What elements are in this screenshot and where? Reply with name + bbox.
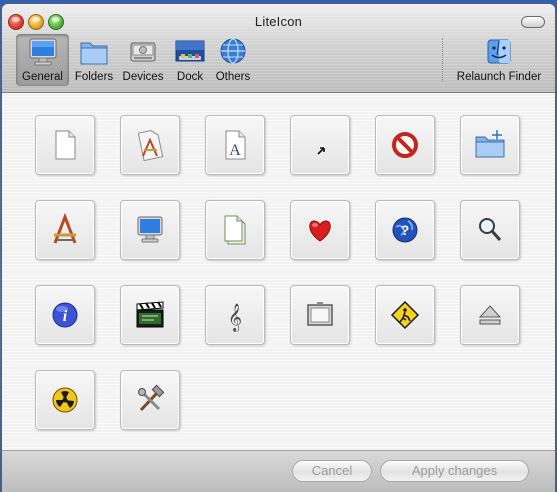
- tab-others-label: Others: [215, 71, 251, 83]
- application-icon: [53, 213, 77, 244]
- relaunch-finder-button[interactable]: Relaunch Finder: [451, 34, 547, 86]
- icon-tile-tools[interactable]: [120, 370, 180, 430]
- icon-tile-music-note[interactable]: 𝄞: [205, 285, 265, 345]
- generic-document-icon: [55, 130, 76, 160]
- svg-text:𝄞: 𝄞: [228, 303, 242, 332]
- icon-grid: A ? i 𝄞: [2, 93, 555, 451]
- finder-icon: [487, 39, 511, 64]
- title-bar: LiteIcon General Folders Devices Dock Ot…: [2, 4, 555, 93]
- icon-tile-eject[interactable]: [460, 285, 520, 345]
- svg-text:?: ?: [401, 222, 410, 238]
- caution-sign-icon: [390, 300, 420, 330]
- svg-text:i: i: [63, 308, 68, 325]
- magnifier-icon: [479, 218, 502, 241]
- tools-icon: [138, 384, 165, 412]
- music-note-icon: 𝄞: [228, 303, 242, 332]
- icon-tile-desktop-picture[interactable]: [290, 285, 350, 345]
- toolbar-separator: [442, 38, 443, 82]
- icon-tile-alias-arrow[interactable]: [290, 115, 350, 175]
- stationery-icon: [224, 215, 246, 245]
- tab-folders[interactable]: Folders: [71, 34, 117, 86]
- tab-general-label: General: [22, 71, 63, 83]
- folder-icon: [80, 42, 108, 65]
- icon-tile-stationery[interactable]: [205, 200, 265, 260]
- clapperboard-icon: [136, 301, 164, 328]
- info-icon: i: [52, 302, 78, 328]
- apply-changes-button[interactable]: Apply changes: [380, 460, 529, 482]
- tab-folders-label: Folders: [74, 71, 114, 83]
- icon-tile-generic-document[interactable]: [35, 115, 95, 175]
- icon-tile-caution-sign[interactable]: [375, 285, 435, 345]
- icon-tile-magnifier[interactable]: [460, 200, 520, 260]
- relaunch-finder-label: Relaunch Finder: [456, 71, 542, 83]
- new-folder-icon: [475, 130, 505, 158]
- svg-text:A: A: [229, 142, 241, 159]
- icon-tile-application[interactable]: [35, 200, 95, 260]
- monitor-icon: [29, 38, 56, 66]
- dock-icon: [175, 40, 205, 62]
- hard-drive-icon: [130, 42, 156, 62]
- burn-icon: [52, 387, 78, 413]
- tab-devices-label: Devices: [122, 71, 164, 83]
- window-title: LiteIcon: [254, 14, 303, 29]
- font-document-icon: A: [225, 130, 246, 160]
- tab-dock[interactable]: Dock: [170, 34, 210, 86]
- tab-others[interactable]: Others: [212, 34, 254, 86]
- cancel-button[interactable]: Cancel: [292, 460, 372, 482]
- icon-tile-font-document[interactable]: A: [205, 115, 265, 175]
- icon-tile-favorites-heart[interactable]: [290, 200, 350, 260]
- icon-tile-new-folder[interactable]: [460, 115, 520, 175]
- eject-icon: [478, 305, 502, 325]
- icon-tile-application-document[interactable]: [120, 115, 180, 175]
- network-globe-icon: [220, 38, 246, 64]
- liteicon-window: LiteIcon General Folders Devices Dock Ot…: [2, 4, 555, 492]
- favorites-heart-icon: [309, 220, 331, 242]
- desktop-picture-icon: [307, 302, 333, 326]
- help-icon: ?: [392, 217, 418, 243]
- application-document-icon: [137, 129, 164, 162]
- icon-tile-prohibited[interactable]: [375, 115, 435, 175]
- icon-tile-computer[interactable]: [120, 200, 180, 260]
- alias-arrow-icon: [317, 147, 325, 155]
- tab-devices[interactable]: Devices: [119, 34, 167, 86]
- tab-dock-label: Dock: [176, 71, 204, 83]
- icon-tile-help[interactable]: ?: [375, 200, 435, 260]
- tab-general[interactable]: General: [16, 34, 69, 86]
- prohibited-icon: [392, 132, 418, 158]
- icon-tile-info[interactable]: i: [35, 285, 95, 345]
- toolbar-toggle-button[interactable]: [521, 16, 545, 28]
- icon-tile-burn[interactable]: [35, 370, 95, 430]
- computer-icon: [137, 216, 163, 243]
- icon-tile-clapperboard[interactable]: [120, 285, 180, 345]
